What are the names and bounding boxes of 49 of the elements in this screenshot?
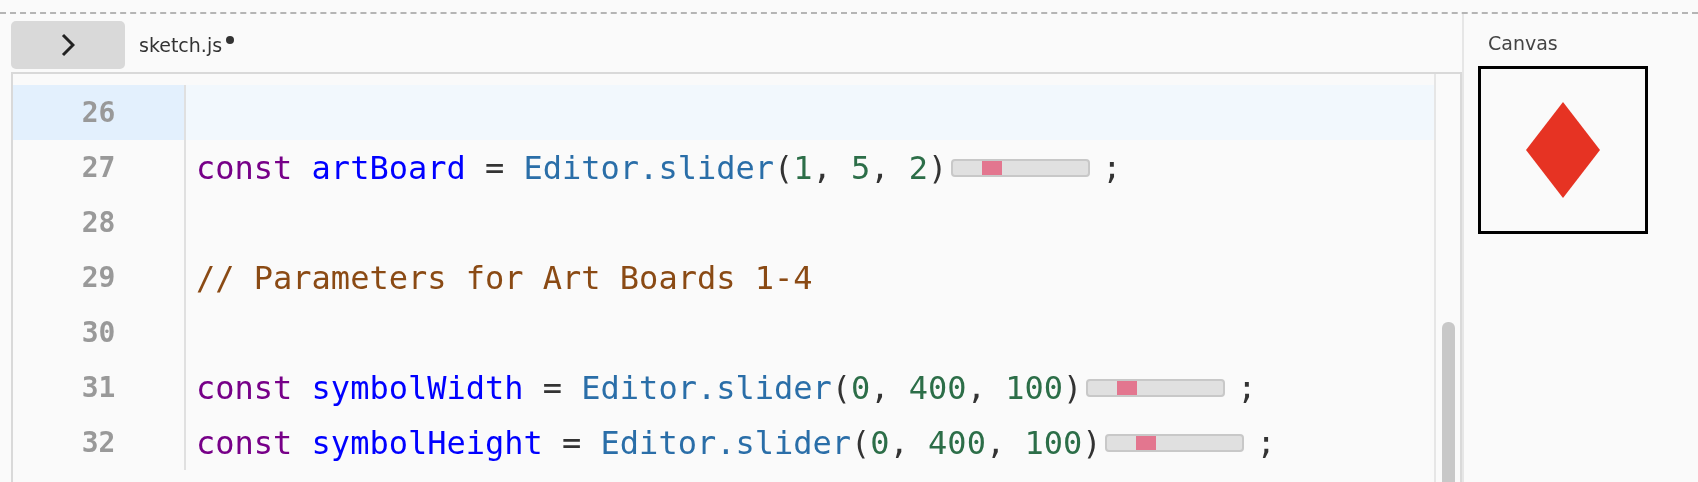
canvas-title: Canvas: [1488, 32, 1559, 54]
code-token: symbolWidth: [311, 368, 524, 407]
code-token: artBoard: [311, 148, 466, 187]
slider-track[interactable]: [951, 158, 1091, 177]
code-token: Editor.slider: [600, 423, 852, 462]
code-token: =: [484, 148, 506, 187]
code-token: const: [196, 423, 294, 462]
code-token: =: [541, 368, 564, 407]
code-token: 400: [908, 368, 967, 407]
code-token: (: [831, 368, 852, 407]
code-token: ,: [870, 368, 891, 407]
code-token: // Parameters for Art Boards 1-4: [196, 258, 813, 297]
code-token: (: [773, 148, 794, 187]
toggle-sidebar-button[interactable]: [11, 21, 125, 69]
code-token: =: [561, 423, 583, 462]
code-token: 1: [793, 148, 813, 187]
code-token: ): [1062, 368, 1083, 407]
file-tab[interactable]: sketch.js: [139, 34, 235, 56]
code-token: ): [928, 148, 948, 187]
code-token: ,: [985, 423, 1007, 462]
line-number: 26: [13, 85, 186, 140]
code-token: ;: [1102, 148, 1122, 187]
code-token: 0: [851, 368, 871, 407]
code-token: (: [851, 423, 871, 462]
slider-thumb[interactable]: [982, 160, 1003, 175]
code-token: ): [1082, 423, 1102, 462]
chevron-icon: [61, 33, 75, 57]
code-token: ,: [812, 148, 833, 187]
code-token: symbolHeight: [311, 423, 543, 462]
code-token: 400: [928, 423, 986, 462]
code-token: ,: [966, 368, 987, 407]
code-token: 100: [1024, 423, 1083, 462]
code-token: Editor.slider: [523, 148, 774, 187]
code-token: 100: [1005, 368, 1063, 407]
code-token: ;: [1256, 423, 1276, 462]
code-token: 2: [908, 148, 929, 187]
slider-thumb[interactable]: [1136, 435, 1157, 450]
slider-track[interactable]: [1105, 433, 1245, 452]
code-token: const: [196, 148, 294, 187]
scrollbar-thumb[interactable]: [1441, 322, 1455, 482]
code-token: ,: [870, 148, 891, 187]
code-token: 0: [870, 423, 890, 462]
code-token: 5: [851, 148, 871, 187]
code-token: const: [196, 368, 294, 407]
slider-track[interactable]: [1086, 378, 1226, 397]
code-token: ,: [889, 423, 910, 462]
slider-thumb[interactable]: [1116, 380, 1137, 395]
code-token: Editor.slider: [581, 368, 832, 407]
code-token: ;: [1237, 368, 1257, 407]
